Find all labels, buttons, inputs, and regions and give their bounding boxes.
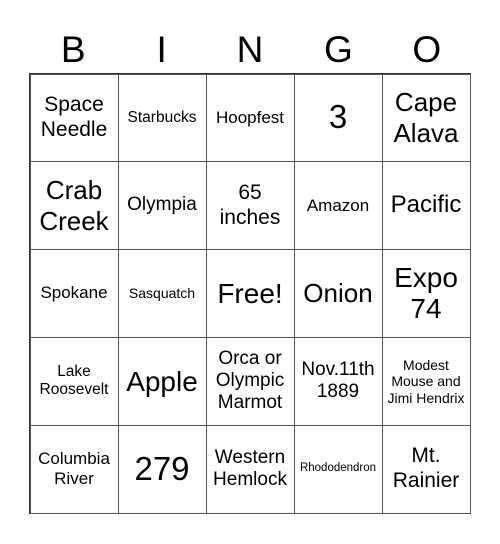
header-letter-o: O	[412, 29, 442, 70]
bingo-cell[interactable]: Starbucks	[117, 73, 207, 163]
bingo-header: B I N G O	[29, 28, 471, 72]
bingo-cell[interactable]: Mt. Rainier	[381, 424, 471, 514]
bingo-cell[interactable]: Sasquatch	[117, 249, 207, 338]
bingo-cell[interactable]: Rhododendron	[293, 424, 383, 514]
free-space[interactable]: Free!	[205, 249, 295, 338]
bingo-cell[interactable]: Onion	[293, 249, 383, 338]
bingo-cell[interactable]: Expo 74	[381, 249, 471, 338]
bingo-cell[interactable]: Olympia	[117, 161, 207, 251]
bingo-cell[interactable]: Apple	[117, 336, 207, 426]
bingo-cell[interactable]: Amazon	[293, 161, 383, 251]
bingo-cell[interactable]: Spokane	[29, 249, 119, 338]
bingo-cell[interactable]: Space Needle	[29, 73, 119, 163]
bingo-cell[interactable]: Hoopfest	[205, 73, 295, 163]
bingo-cell[interactable]: Crab Creek	[29, 161, 119, 251]
bingo-cell[interactable]: Orca or Olympic Marmot	[205, 336, 295, 426]
header-letter-g: G	[323, 29, 353, 70]
bingo-cell[interactable]: Modest Mouse and Jimi Hendrix	[381, 336, 471, 426]
bingo-cell[interactable]: Cape Alava	[381, 73, 471, 163]
bingo-cell[interactable]: Western Hemlock	[205, 424, 295, 514]
bingo-cell[interactable]: Pacific	[381, 161, 471, 251]
header-letter-b: B	[60, 29, 86, 70]
bingo-cell[interactable]: 279	[117, 424, 207, 514]
bingo-cell[interactable]: 3	[293, 73, 383, 163]
bingo-cell[interactable]: Columbia River	[29, 424, 119, 514]
bingo-grid: Space Needle Starbucks Hoopfest 3 Cape A…	[29, 73, 471, 514]
header-letter-i: I	[156, 29, 167, 70]
bingo-cell[interactable]: Nov.11th 1889	[293, 336, 383, 426]
bingo-cell[interactable]: Lake Roosevelt	[29, 336, 119, 426]
bingo-cell[interactable]: 65 inches	[205, 161, 295, 251]
header-letter-n: N	[236, 29, 264, 70]
